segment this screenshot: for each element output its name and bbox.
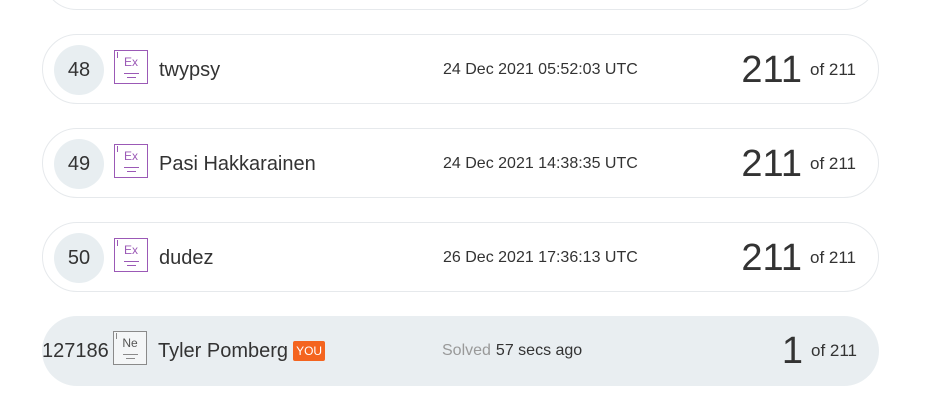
score: 1 of 211 [782,316,857,386]
badge-line [126,358,135,359]
score-total: of 211 [809,60,856,79]
rank-number: 127186 [42,339,109,362]
badge-line [124,261,139,262]
score-value: 211 [741,48,802,91]
leaderboard-row: 48 Ex twypsy 24 Dec 2021 05:52:03 UTC 21… [42,34,879,104]
badge-line [127,171,136,172]
newbie-badge-icon: Ne [113,331,147,365]
rank-number: 48 [54,45,104,95]
solved-timestamp: 26 Dec 2021 17:36:13 UTC [443,249,638,266]
score-total: of 211 [810,341,857,360]
username[interactable]: twypsy [159,35,220,105]
leaderboard: 48 Ex twypsy 24 Dec 2021 05:52:03 UTC 21… [0,0,926,413]
badge-line [124,167,139,168]
username[interactable]: dudez [159,223,214,293]
solved-timestamp: 24 Dec 2021 14:38:35 UTC [443,155,638,172]
rank-number: 49 [54,139,104,189]
badge-symbol: Ex [123,55,138,69]
score-total: of 211 [809,248,856,267]
solved-info: Solved 57 secs ago [442,316,582,386]
score-value: 211 [741,236,802,279]
rank-number: 50 [54,233,104,283]
badge-symbol: Ex [123,149,138,163]
expert-badge-icon: Ex [114,144,148,178]
score-value: 211 [741,142,802,185]
score-value: 1 [781,329,803,372]
current-user-row: 127186 Ne Tyler Pomberg YOU Solved 57 se… [42,316,879,386]
leaderboard-row: 50 Ex dudez 26 Dec 2021 17:36:13 UTC 211… [42,222,879,292]
badge-line [124,73,139,74]
score: 211 of 211 [741,129,856,199]
badge-line [123,354,138,355]
badge-line [127,265,136,266]
leaderboard-row: 49 Ex Pasi Hakkarainen 24 Dec 2021 14:38… [42,128,879,198]
score-total: of 211 [809,154,856,173]
username[interactable]: Pasi Hakkarainen [159,129,316,199]
badge-symbol: Ex [123,243,138,257]
expert-badge-icon: Ex [114,238,148,272]
solved-time-ago: 57 secs ago [495,342,583,359]
you-badge: YOU [293,341,326,361]
expert-badge-icon: Ex [114,50,148,84]
badge-symbol: Ne [122,336,138,350]
solved-timestamp: 24 Dec 2021 05:52:03 UTC [443,61,638,78]
current-username[interactable]: Tyler Pomberg [158,340,288,363]
badge-line [127,77,136,78]
solved-label: Solved [442,342,491,359]
leaderboard-row-partial [42,0,879,10]
username: Tyler Pomberg YOU [158,316,326,386]
score: 211 of 211 [741,35,856,105]
score: 211 of 211 [741,223,856,293]
